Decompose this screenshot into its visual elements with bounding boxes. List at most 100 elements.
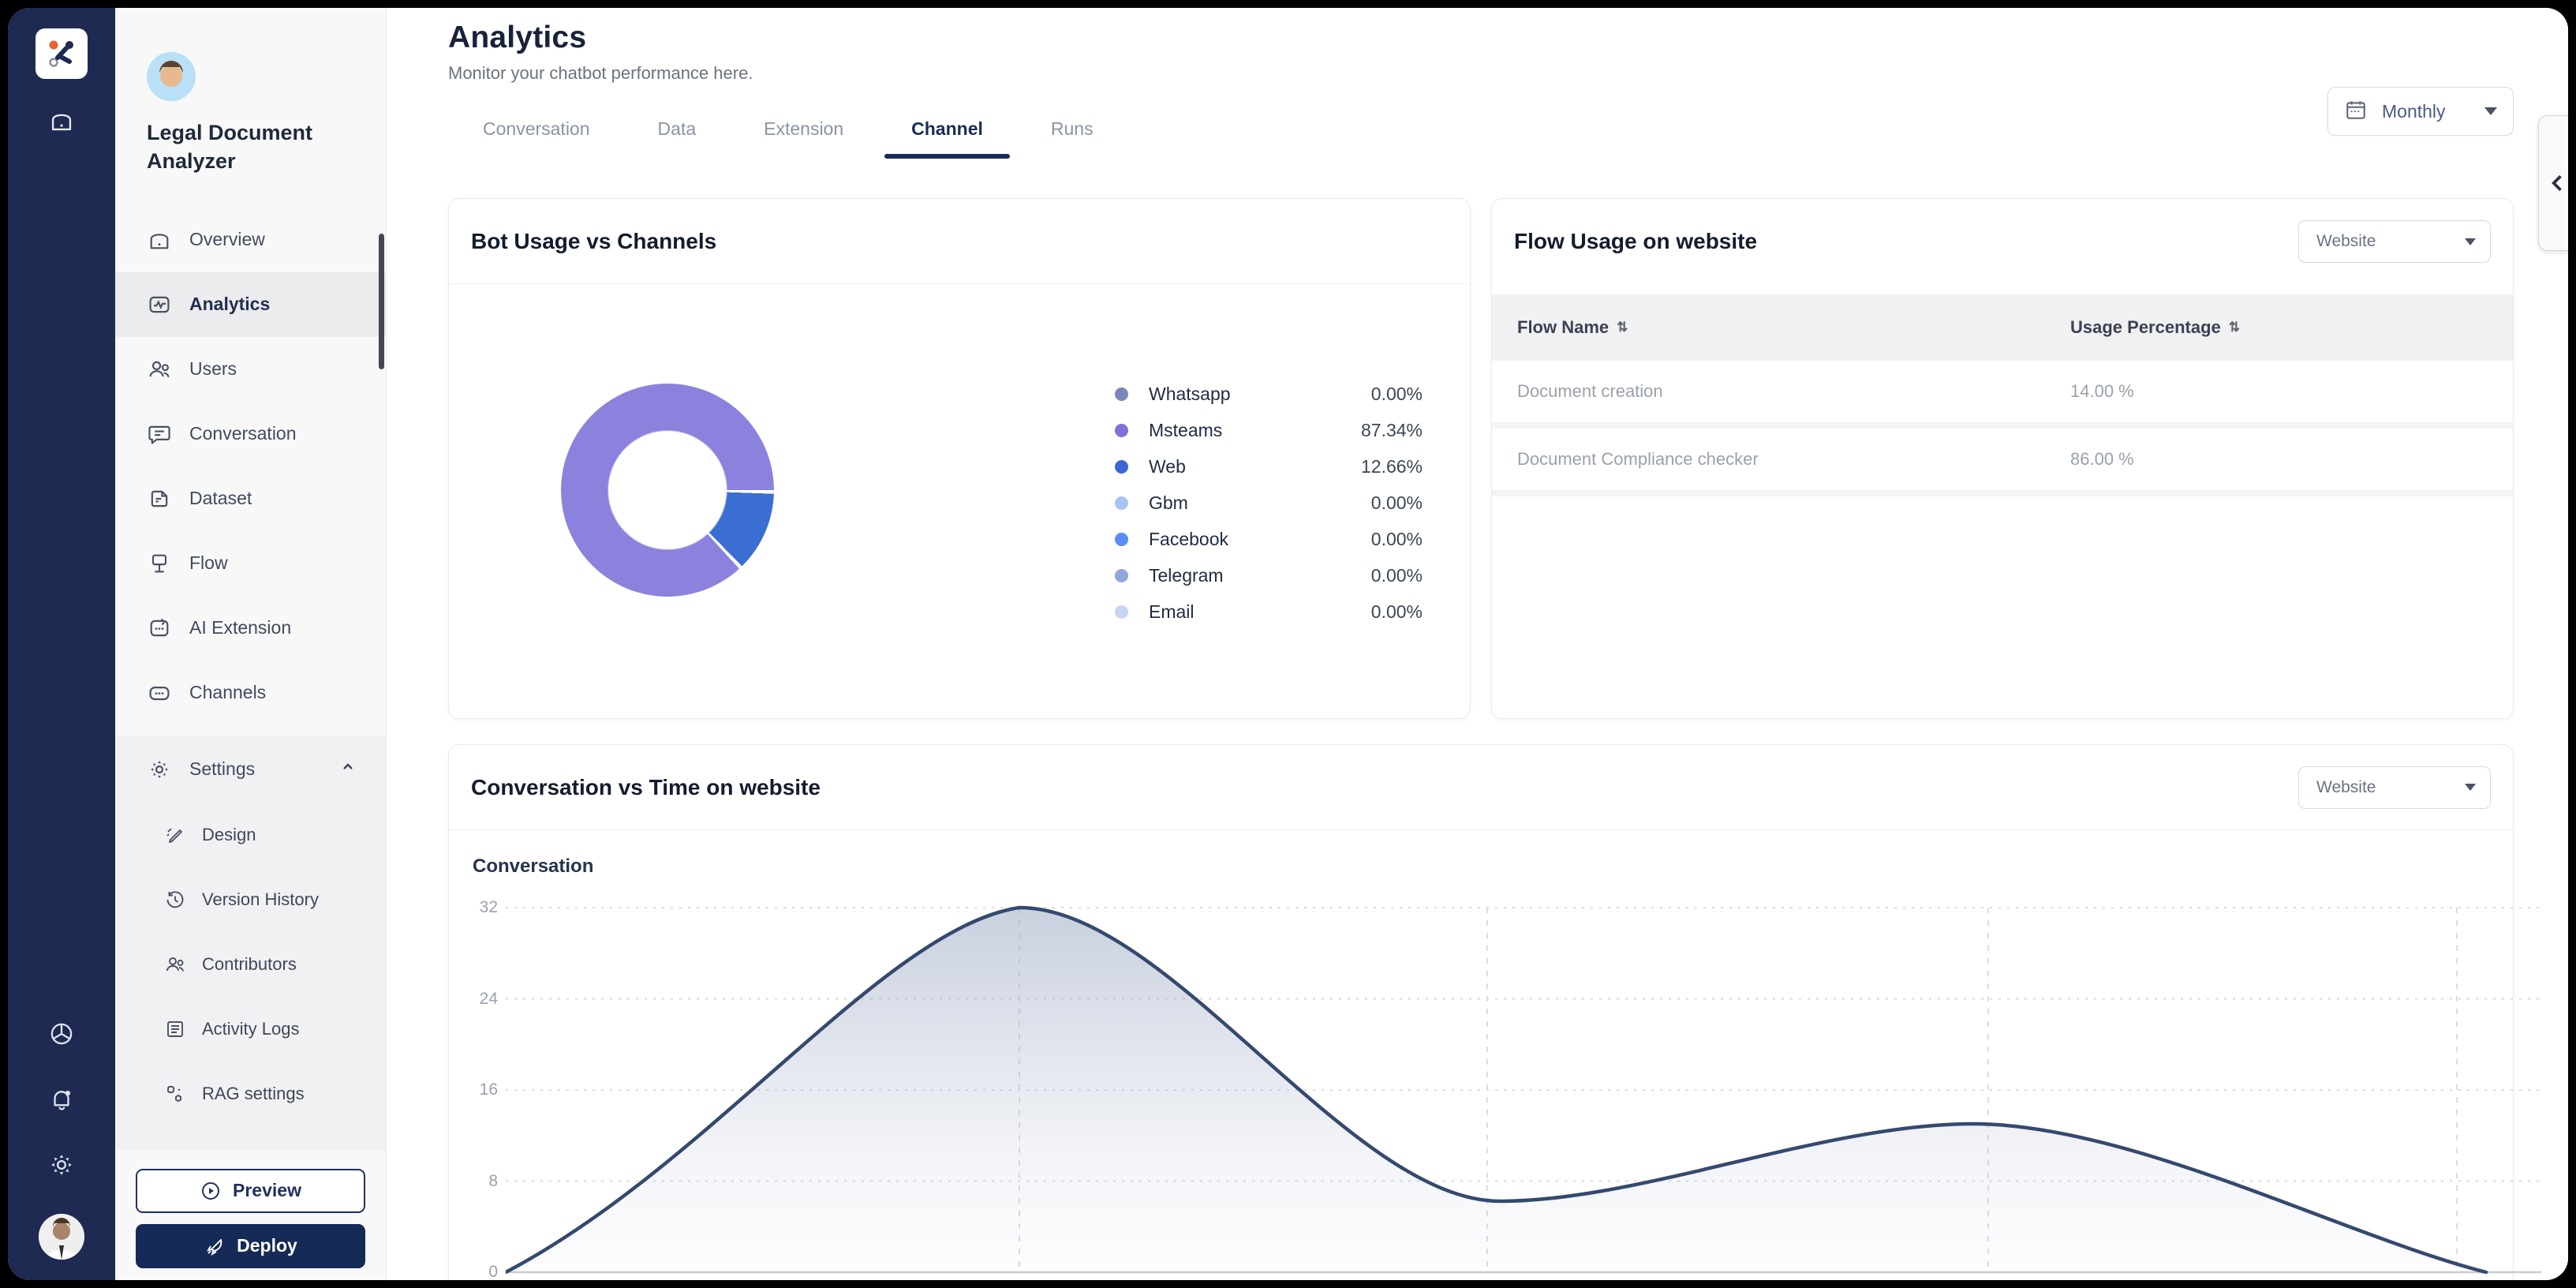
app-rail [8, 8, 115, 1280]
donut-chart[interactable] [561, 384, 774, 597]
analytics-icon [147, 292, 172, 317]
sidebar-item-label: Users [189, 358, 237, 380]
home-icon [147, 227, 172, 253]
sidebar-item-label: Dataset [189, 488, 252, 509]
channels-icon [147, 680, 172, 706]
sidebar-item-dataset[interactable]: Dataset [115, 466, 386, 531]
page-subtitle: Monitor your chatbot performance here. [448, 63, 2514, 84]
sidebar-item-label: Design [202, 825, 256, 845]
sidebar-item-activity-logs[interactable]: Activity Logs [115, 997, 386, 1061]
chevron-left-icon [2547, 171, 2568, 195]
tab-runs[interactable]: Runs [1051, 114, 1094, 159]
legend-label: Telegram [1149, 565, 1224, 586]
sidebar-item-contributors[interactable]: Contributors [115, 932, 386, 997]
column-header-flow-name[interactable]: Flow Name ⇅ [1492, 317, 2070, 338]
sidebar-item-conversation[interactable]: Conversation [115, 402, 386, 466]
legend-dot [1115, 569, 1128, 582]
sidebar-item-label: Analytics [189, 294, 270, 315]
tab-bar: Conversation Data Extension Channel Runs [483, 114, 2514, 159]
app-window: Legal Document Analyzer Overview Analyti… [8, 8, 2568, 1280]
sidebar-item-users[interactable]: Users [115, 337, 386, 402]
bot-name: Legal Document Analyzer [115, 101, 386, 176]
ai-extension-icon [147, 616, 172, 641]
legend-value: 0.00% [1371, 492, 1423, 514]
sidebar-item-label: Settings [189, 758, 255, 780]
bot-avatar[interactable] [147, 52, 196, 101]
conversation-time-card: Conversation vs Time on website Website … [448, 744, 2514, 1280]
period-dropdown[interactable]: Monthly [2327, 87, 2514, 136]
sidebar-item-rag-settings[interactable]: RAG settings [115, 1061, 386, 1126]
sidebar-footer: Preview Deploy [115, 1150, 386, 1280]
sidebar-scrollbar[interactable] [379, 234, 384, 369]
column-label: Flow Name [1517, 317, 1609, 338]
chevron-up-icon[interactable] [338, 758, 357, 781]
preview-label: Preview [233, 1180, 301, 1201]
card-title: Bot Usage vs Channels [471, 229, 716, 254]
users-icon [164, 953, 186, 975]
gear-icon[interactable] [48, 1151, 75, 1182]
sidebar-item-analytics[interactable]: Analytics [115, 272, 386, 337]
deploy-label: Deploy [237, 1235, 297, 1256]
legend-dot [1115, 496, 1128, 510]
dropdown-value: Website [2316, 778, 2376, 797]
logs-icon [164, 1018, 186, 1040]
cards-row: Bot Usage vs Channels Whatsapp 0.00% Mst… [448, 198, 2514, 719]
home-icon[interactable] [48, 107, 75, 138]
conversation-channel-dropdown[interactable]: Website [2298, 766, 2491, 809]
sidebar-item-ai-extension[interactable]: AI Extension [115, 596, 386, 661]
legend-item: Msteams 87.34% [1115, 412, 1423, 448]
app-logo[interactable] [36, 28, 88, 79]
sidebar-item-label: Version History [202, 889, 319, 910]
legend-value: 87.34% [1361, 420, 1423, 441]
globe-icon[interactable] [48, 1020, 75, 1051]
legend-dot [1115, 388, 1128, 401]
legend-item: Gbm 0.00% [1115, 485, 1423, 521]
sidebar-item-settings[interactable]: Settings [115, 736, 386, 803]
tab-extension[interactable]: Extension [764, 114, 843, 159]
bell-icon[interactable] [48, 1086, 75, 1117]
legend-item: Facebook 0.00% [1115, 521, 1423, 557]
tab-data[interactable]: Data [658, 114, 697, 159]
legend-dot [1115, 460, 1128, 474]
user-avatar[interactable] [39, 1214, 84, 1260]
sidebar-item-overview[interactable]: Overview [115, 208, 386, 272]
table-row[interactable]: Document creation 14.00 % [1492, 361, 2513, 429]
sidebar-item-label: AI Extension [189, 617, 291, 638]
tab-conversation[interactable]: Conversation [483, 114, 590, 159]
y-tick-label: 16 [457, 1080, 498, 1099]
history-icon [164, 889, 186, 911]
column-header-usage-percentage[interactable]: Usage Percentage ⇅ [2070, 317, 2240, 338]
panel-collapse-button[interactable] [2538, 115, 2568, 251]
caret-down-icon [2465, 784, 2476, 791]
chat-icon [147, 421, 172, 447]
preview-button[interactable]: Preview [136, 1169, 365, 1213]
legend-dot [1115, 424, 1128, 437]
column-label: Usage Percentage [2070, 317, 2221, 338]
flow-name-cell: Document Compliance checker [1492, 449, 2070, 470]
legend-item: Web 12.66% [1115, 448, 1423, 485]
sidebar-item-label: Contributors [202, 954, 297, 975]
sidebar-item-version-history[interactable]: Version History [115, 867, 386, 932]
card-header: Conversation vs Time on website Website [449, 745, 2513, 830]
legend-value: 0.00% [1371, 384, 1423, 405]
y-tick-label: 0 [457, 1263, 498, 1280]
sidebar-item-channels[interactable]: Channels [115, 661, 386, 725]
rocket-icon [204, 1235, 226, 1257]
legend-dot [1115, 533, 1128, 546]
table-row[interactable]: Document Compliance checker 86.00 % [1492, 429, 2513, 496]
legend-value: 0.00% [1371, 565, 1423, 586]
tab-channel[interactable]: Channel [911, 114, 983, 159]
bot-profile [115, 8, 386, 101]
deploy-button[interactable]: Deploy [136, 1224, 365, 1268]
legend-item: Email 0.00% [1115, 593, 1423, 630]
area-chart[interactable]: 32 24 16 8 0 [506, 904, 2541, 1275]
sidebar-item-flow[interactable]: Flow [115, 531, 386, 596]
caret-down-icon [2465, 238, 2476, 245]
sidebar-item-design[interactable]: Design [115, 803, 386, 867]
legend-item: Telegram 0.00% [1115, 557, 1423, 593]
flow-channel-dropdown[interactable]: Website [2298, 220, 2491, 263]
calendar-icon [2344, 98, 2368, 125]
table-header: Flow Name ⇅ Usage Percentage ⇅ [1492, 294, 2513, 361]
legend-label: Gbm [1149, 492, 1188, 514]
usage-percentage-cell: 86.00 % [2070, 449, 2134, 470]
